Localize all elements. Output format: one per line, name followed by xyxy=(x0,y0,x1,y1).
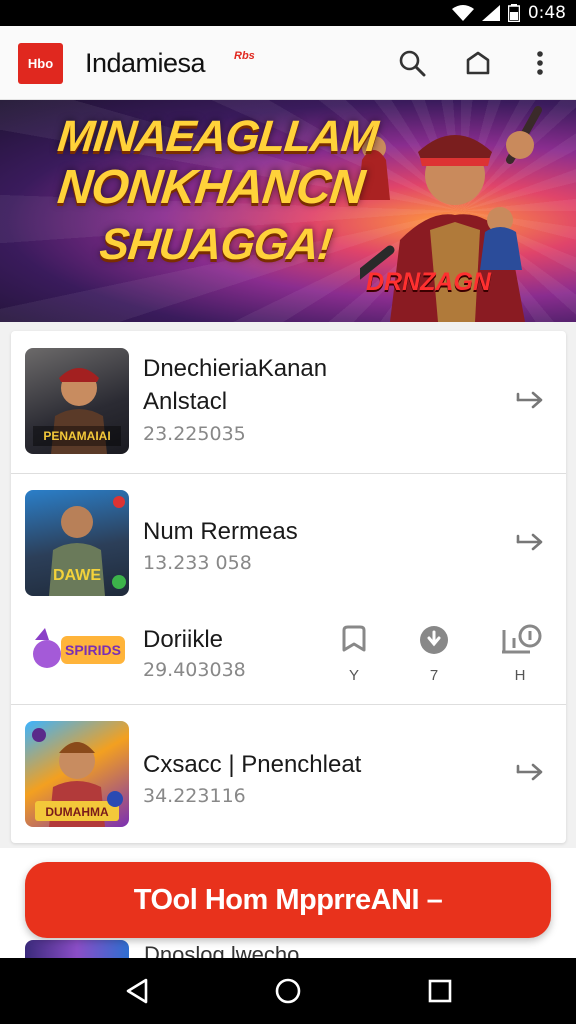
item-title: Cxsacc | Pnenchleat xyxy=(143,751,362,778)
item-count: 13.233 058 xyxy=(143,552,252,574)
peek-thumbnail xyxy=(25,940,129,960)
character-image-3: SPIRIDS xyxy=(33,628,125,668)
peek-text: Dnoslog lwecho xyxy=(144,942,300,958)
pin-label: 7 xyxy=(429,667,439,684)
item-count: 23.225035 xyxy=(143,423,246,445)
character-image-4: DUMAHMA xyxy=(32,728,123,827)
app-bar: Hbo Indamiesa Rbs xyxy=(0,26,576,100)
character-image-2: DAWE xyxy=(49,496,126,596)
status-icons: 0:48 xyxy=(451,3,566,23)
app-logo[interactable]: Hbo xyxy=(18,43,63,84)
home-button[interactable] xyxy=(460,45,496,81)
item-title: Doriikle xyxy=(143,626,224,653)
banner-headline-1: MINAEAGLLAM xyxy=(55,112,380,161)
list-item[interactable]: DAWE Num Rermeas 13.233 058 xyxy=(11,474,566,604)
pin-icon xyxy=(420,626,448,654)
item-count: 29.403038 xyxy=(143,659,246,681)
wifi-icon xyxy=(451,5,474,21)
more-button[interactable] xyxy=(522,45,558,81)
app-thumbnail: SPIRIDS xyxy=(25,620,129,680)
app-badge: Rbs xyxy=(234,50,255,62)
svg-text:SPIRIDS: SPIRIDS xyxy=(65,642,121,658)
pin-action[interactable]: 7 xyxy=(414,624,454,684)
item-title: DnechieriaKanan xyxy=(143,355,328,382)
app-title: Indamiesa xyxy=(85,48,206,78)
home-nav-icon[interactable] xyxy=(273,976,303,1006)
item-count: 34.223116 xyxy=(143,785,246,807)
badge-icon xyxy=(502,624,542,654)
status-bar: 0:48 xyxy=(0,0,576,26)
item-title: Num Rermeas xyxy=(143,518,298,545)
svg-text:DAWE: DAWE xyxy=(53,567,101,584)
status-time: 0:48 xyxy=(527,3,566,23)
banner-headline-2: NONKHANCN xyxy=(55,161,367,214)
app-list: PENAMAIAI DnechieriaKanan Anlstacl 23.22… xyxy=(11,331,566,843)
bookmark-action[interactable]: Y xyxy=(334,624,374,684)
character-image-1: PENAMAIAI xyxy=(33,368,121,454)
navigation-bar xyxy=(0,958,576,1024)
svg-text:PENAMAIAI: PENAMAIAI xyxy=(43,429,110,443)
app-thumbnail: PENAMAIAI xyxy=(25,348,129,454)
bookmark-icon xyxy=(342,625,366,652)
recents-icon[interactable] xyxy=(425,976,455,1006)
app-thumbnail: DUMAHMA xyxy=(25,721,129,827)
list-item[interactable]: DUMAHMA Cxsacc | Pnenchleat 34.223116 xyxy=(11,705,566,843)
item-subtitle: Anlstacl xyxy=(143,388,228,415)
share-arrow-icon[interactable] xyxy=(516,530,546,554)
share-arrow-icon[interactable] xyxy=(516,388,546,412)
signal-icon xyxy=(481,5,500,21)
svg-text:DUMAHMA: DUMAHMA xyxy=(45,805,109,819)
app-thumbnail: DAWE xyxy=(25,490,129,596)
banner-tag: DRNZAGN xyxy=(366,268,491,296)
promo-banner[interactable]: MINAEAGLLAM NONKHANCN SHUAGGA! DRNZAGN xyxy=(0,100,576,322)
banner-headline-3: SHUAGGA! xyxy=(97,220,335,269)
badge-label: H xyxy=(514,667,526,684)
more-vertical-icon xyxy=(537,51,543,75)
primary-cta-button[interactable]: TOol Hom MpprreANI – xyxy=(25,862,551,938)
search-icon xyxy=(399,50,426,77)
search-button[interactable] xyxy=(394,45,430,81)
share-arrow-icon[interactable] xyxy=(516,760,546,784)
home-icon xyxy=(466,51,490,75)
list-item[interactable]: SPIRIDS Doriikle 29.403038 Y 7 H xyxy=(11,604,566,704)
battery-icon xyxy=(507,4,520,22)
bookmark-label: Y xyxy=(348,667,359,684)
list-item[interactable]: PENAMAIAI DnechieriaKanan Anlstacl 23.22… xyxy=(11,331,566,473)
badge-action[interactable]: H xyxy=(500,624,542,684)
back-icon[interactable] xyxy=(122,976,152,1006)
